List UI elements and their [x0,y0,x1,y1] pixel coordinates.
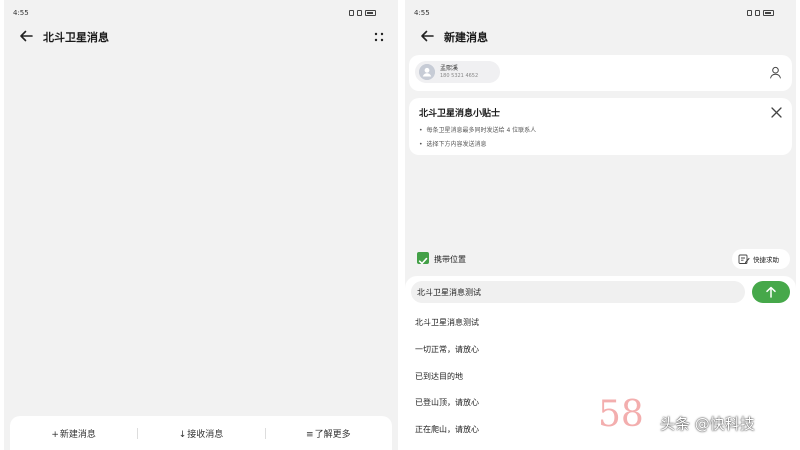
status-time: 4:55 [414,9,430,17]
preset-message[interactable]: 正在爬山，请放心 [415,424,479,435]
back-arrow-icon[interactable] [18,28,34,44]
sos-edit-icon [738,254,750,264]
satellite-messages-screen: 4:55 北斗卫星消息 +新建消息 ↓接收消息 ≡了解更多 [4,0,398,450]
signal-icon [747,10,752,16]
battery-icon [365,10,376,16]
signal-icon [349,10,354,16]
plus-icon: + [51,429,59,440]
recipient-chip[interactable]: 孟熙溪 180 5321 4652 [415,61,500,83]
message-input[interactable] [411,281,745,303]
status-icons [349,10,376,16]
checkmark-icon [418,257,428,265]
battery-icon [763,10,774,16]
status-bar: 4:55 [13,9,376,21]
send-arrow-icon [766,286,776,298]
close-icon[interactable] [771,107,782,118]
preset-message[interactable]: 已到达目的地 [415,371,463,382]
new-message-button[interactable]: +新建消息 [10,427,137,440]
list-icon: ≡ [306,429,314,440]
location-checkbox[interactable] [417,252,429,265]
receive-message-label: 接收消息 [187,429,224,440]
recipient-card: 孟熙溪 180 5321 4652 [409,55,792,91]
silent-icon [357,10,362,16]
add-contact-icon[interactable] [769,66,782,79]
watermark-brand: 头条 @快科技 [660,415,755,433]
silent-icon [755,10,760,16]
new-message-screen: 4:55 新建消息 孟熙溪 180 5321 4652 北斗卫星消息小贴士 • … [405,0,796,450]
grid-more-icon[interactable] [372,30,386,44]
preset-message[interactable]: 一切正常，请放心 [415,344,479,355]
avatar-icon [419,64,435,80]
new-message-label: 新建消息 [59,429,96,440]
download-arrow-icon: ↓ [178,429,187,440]
back-arrow-icon[interactable] [419,28,435,44]
preset-message[interactable]: 已登山顶，请放心 [415,397,479,408]
quick-help-label: 快捷求助 [753,256,779,264]
watermark-58: 58 [598,394,644,435]
app-bar: 新建消息 [415,26,786,48]
recipient-number: 180 5321 4652 [440,73,479,79]
bottom-action-bar: +新建消息 ↓接收消息 ≡了解更多 [10,416,392,450]
send-button[interactable] [752,281,790,303]
page-title: 北斗卫星消息 [43,31,109,44]
tip-item: 选择下方内容发送消息 [419,139,487,148]
preset-message[interactable]: 北斗卫星消息测试 [415,317,479,328]
receive-message-button[interactable]: ↓接收消息 [137,427,264,440]
learn-more-button[interactable]: ≡了解更多 [264,427,392,440]
tips-card: 北斗卫星消息小贴士 每条卫星消息最多同时发送给 4 位联系人 选择下方内容发送消… [409,98,792,155]
status-icons [747,10,774,16]
learn-more-label: 了解更多 [314,429,351,440]
tips-title: 北斗卫星消息小贴士 [419,109,501,119]
app-bar: 北斗卫星消息 [14,26,388,48]
status-bar: 4:55 [414,9,774,21]
tip-item: 每条卫星消息最多同时发送给 4 位联系人 [419,125,537,134]
location-label: 携带位置 [434,255,466,264]
page-title: 新建消息 [444,31,488,44]
recipient-name: 孟熙溪 [440,65,459,72]
quick-help-button[interactable]: 快捷求助 [732,249,790,269]
status-time: 4:55 [13,9,29,17]
